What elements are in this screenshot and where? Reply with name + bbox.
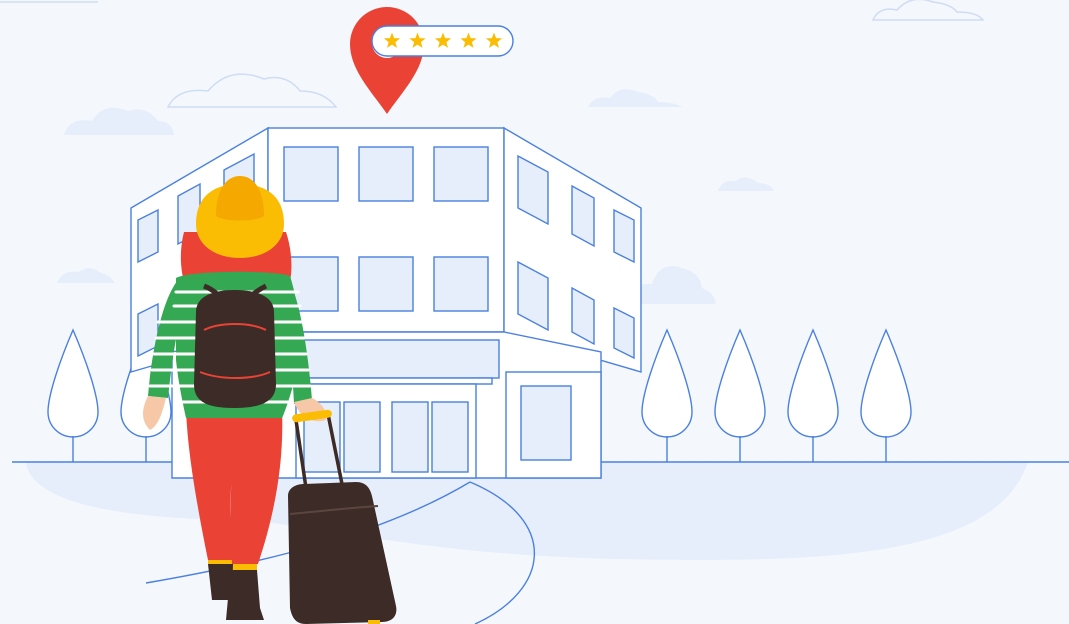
tree <box>47 328 99 462</box>
cloud <box>588 89 682 107</box>
tree <box>787 328 839 462</box>
side-window <box>520 385 572 461</box>
ground <box>12 461 1069 624</box>
map-pin-icon <box>350 7 424 114</box>
hotel-illustration <box>0 0 1069 624</box>
entrance-canopy <box>279 339 500 379</box>
tree <box>860 328 912 462</box>
backpack <box>194 283 276 408</box>
cloud <box>718 177 774 191</box>
cloud-outline <box>871 0 985 21</box>
cloud <box>57 268 115 283</box>
canopy-base <box>286 377 493 385</box>
tree <box>714 328 766 462</box>
boots <box>208 556 264 620</box>
cloud <box>630 266 716 304</box>
tree <box>641 328 693 462</box>
location-rating <box>350 7 514 114</box>
cloud <box>64 107 174 135</box>
cloud-outline <box>166 73 338 108</box>
hotel-scene <box>0 0 1069 624</box>
legs <box>186 410 283 564</box>
